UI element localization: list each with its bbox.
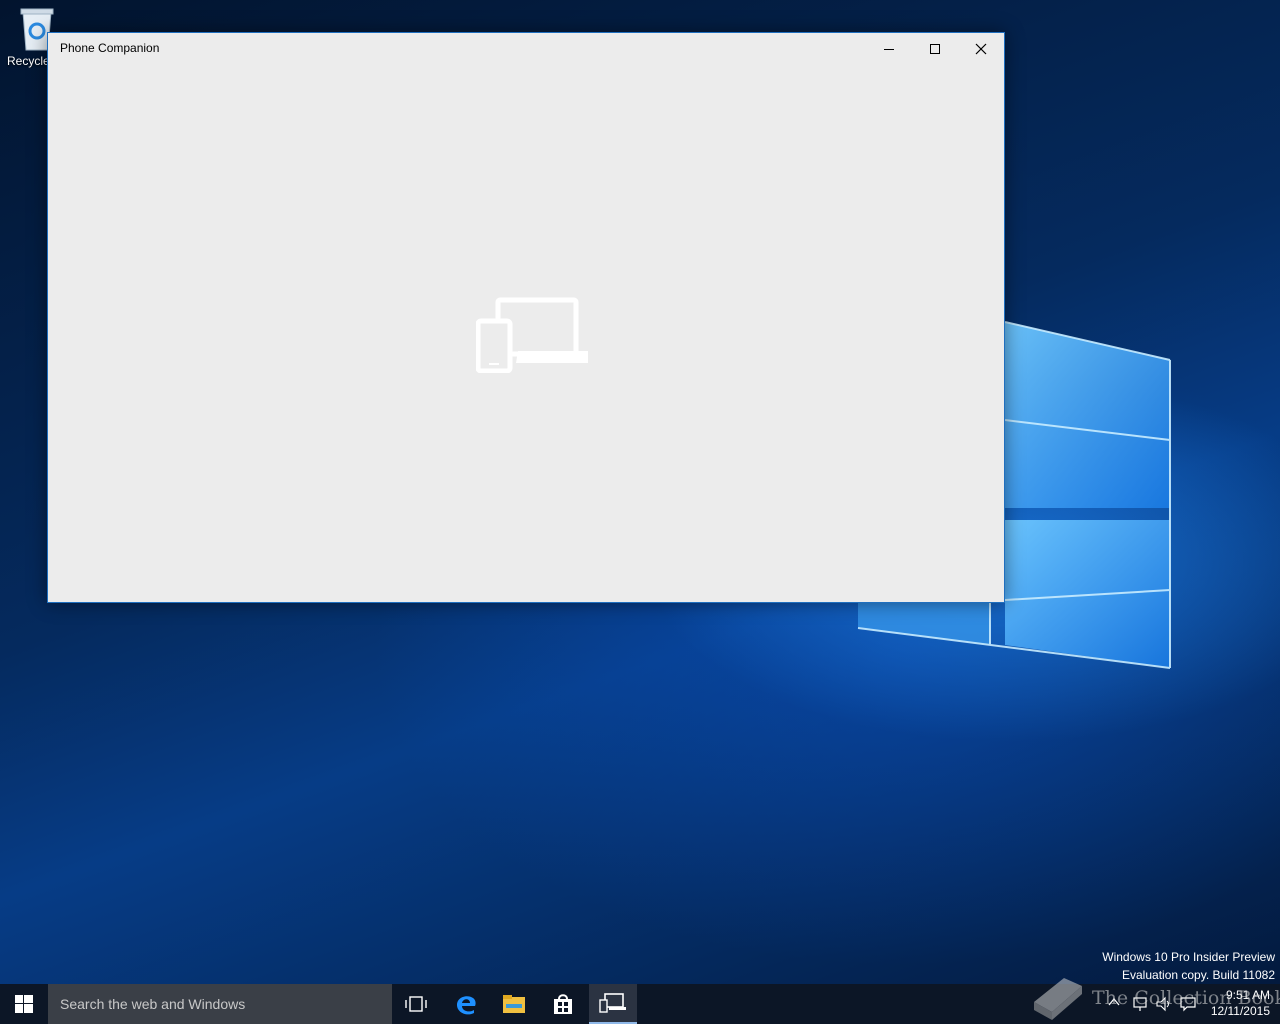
phone-companion-icon (599, 993, 626, 1013)
close-button[interactable] (958, 33, 1004, 64)
start-button[interactable] (0, 984, 48, 1024)
store-icon (554, 994, 572, 1014)
search-input[interactable] (48, 984, 392, 1024)
task-view-button[interactable] (392, 984, 440, 1024)
maximize-button[interactable] (912, 33, 958, 64)
edge-icon (457, 996, 476, 1015)
title-bar[interactable]: Phone Companion (48, 33, 1004, 64)
recycle-bin-label: Recycle Bin (7, 54, 48, 68)
phone-companion-window: Phone Companion (47, 32, 1005, 603)
windows-start-icon (15, 995, 33, 1013)
site-watermark: The Collection Book (1030, 972, 1280, 1024)
close-icon (975, 43, 987, 54)
file-explorer-button[interactable] (490, 984, 538, 1024)
edge-button[interactable] (442, 984, 490, 1024)
book-icon (1034, 978, 1082, 1020)
minimize-icon (884, 48, 894, 50)
watermark-line-1: Windows 10 Pro Insider Preview (1102, 950, 1275, 964)
file-explorer-icon (503, 995, 525, 1013)
phone-companion-taskbar-button[interactable] (589, 984, 637, 1024)
minimize-button[interactable] (866, 33, 912, 64)
task-view-icon (405, 996, 427, 1012)
store-button[interactable] (539, 984, 587, 1024)
site-watermark-text: The Collection Book (1092, 987, 1280, 1009)
maximize-icon (930, 43, 940, 54)
phone-laptop-icon (476, 297, 588, 373)
window-title: Phone Companion (60, 41, 160, 55)
